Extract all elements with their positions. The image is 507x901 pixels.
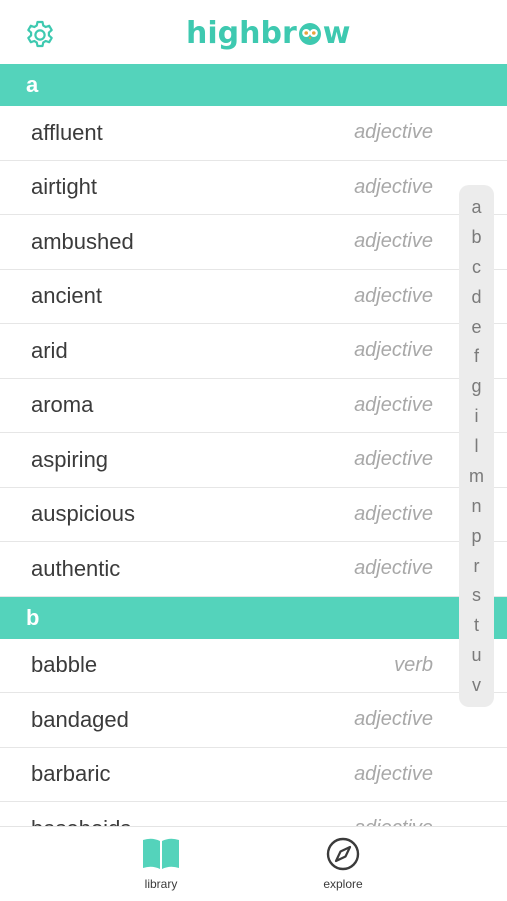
gear-icon[interactable] xyxy=(24,19,56,51)
index-letter-p[interactable]: p xyxy=(471,526,481,546)
tab-explore[interactable]: explore xyxy=(303,837,383,891)
word-list[interactable]: a affluent adjective airtight adjective … xyxy=(0,64,507,826)
part-of-speech: adjective xyxy=(354,339,433,362)
index-letter-g[interactable]: g xyxy=(471,376,481,396)
part-of-speech: adjective xyxy=(354,230,433,253)
index-letter-i[interactable]: i xyxy=(475,406,479,426)
list-item[interactable]: baseboids adjective xyxy=(0,802,507,826)
part-of-speech: adjective xyxy=(354,557,433,580)
list-item[interactable]: auspicious adjective xyxy=(0,488,507,542)
index-letter-t[interactable]: t xyxy=(474,615,479,635)
word-label: babble xyxy=(31,652,98,678)
list-item[interactable]: authentic adjective xyxy=(0,542,507,597)
index-letter-f[interactable]: f xyxy=(474,346,479,366)
part-of-speech: adjective xyxy=(354,284,433,307)
index-letter-b[interactable]: b xyxy=(471,227,481,247)
part-of-speech: adjective xyxy=(354,393,433,416)
owl-logo-icon xyxy=(298,23,321,45)
list-item[interactable]: bandaged adjective xyxy=(0,693,507,748)
list-item[interactable]: babble verb xyxy=(0,639,507,693)
tab-library[interactable]: library xyxy=(121,837,201,891)
alphabet-index[interactable]: a b c d e f g i l m n p r s t u v xyxy=(459,185,494,707)
index-letter-e[interactable]: e xyxy=(471,317,481,337)
list-item[interactable]: barbaric adjective xyxy=(0,748,507,802)
list-item[interactable]: aroma adjective xyxy=(0,379,507,433)
word-label: airtight xyxy=(31,174,98,200)
section-header-b: b xyxy=(0,596,507,639)
index-letter-u[interactable]: u xyxy=(471,645,481,665)
list-item[interactable]: ambushed adjective xyxy=(0,215,507,270)
list-item[interactable]: affluent adjective xyxy=(0,106,507,161)
index-letter-l[interactable]: l xyxy=(475,436,479,456)
part-of-speech: adjective xyxy=(354,448,433,471)
word-label: ancient xyxy=(31,283,102,309)
index-letter-c[interactable]: c xyxy=(472,257,481,277)
list-item[interactable]: airtight adjective xyxy=(0,161,507,215)
top-bar: highbr w xyxy=(0,0,507,64)
tab-bar: library explore xyxy=(0,826,507,901)
index-letter-d[interactable]: d xyxy=(471,287,481,307)
part-of-speech: adjective xyxy=(354,175,433,198)
section-header-a: a xyxy=(0,64,507,106)
word-label: arid xyxy=(31,337,68,363)
part-of-speech: adjective xyxy=(354,121,433,144)
index-letter-s[interactable]: s xyxy=(472,585,481,605)
tab-library-label: library xyxy=(144,877,178,891)
word-label: aspiring xyxy=(31,446,109,472)
app-logo: highbr w xyxy=(186,14,350,54)
part-of-speech: adjective xyxy=(354,762,433,785)
word-label: barbaric xyxy=(31,761,111,787)
part-of-speech: adjective xyxy=(354,708,433,731)
index-letter-r[interactable]: r xyxy=(474,556,480,576)
tab-explore-label: explore xyxy=(323,877,363,891)
part-of-speech: verb xyxy=(394,653,433,676)
logo-text-start: highbr xyxy=(186,16,297,51)
index-letter-m[interactable]: m xyxy=(469,466,484,486)
part-of-speech: adjective xyxy=(354,817,433,826)
word-label: baseboids xyxy=(31,816,131,826)
list-item[interactable]: ancient adjective xyxy=(0,270,507,324)
index-letter-v[interactable]: v xyxy=(472,675,481,695)
word-label: authentic xyxy=(31,555,121,581)
logo-text-end: w xyxy=(322,16,351,51)
part-of-speech: adjective xyxy=(354,502,433,525)
word-label: ambushed xyxy=(31,228,134,254)
word-label: aroma xyxy=(31,392,94,418)
list-item[interactable]: arid adjective xyxy=(0,324,507,379)
book-icon xyxy=(143,838,179,869)
word-label: auspicious xyxy=(31,501,135,527)
list-item[interactable]: aspiring adjective xyxy=(0,433,507,488)
word-label: bandaged xyxy=(31,706,129,732)
index-letter-n[interactable]: n xyxy=(471,496,481,516)
word-label: affluent xyxy=(31,119,103,145)
index-letter-a[interactable]: a xyxy=(471,197,481,217)
compass-icon xyxy=(326,837,360,871)
